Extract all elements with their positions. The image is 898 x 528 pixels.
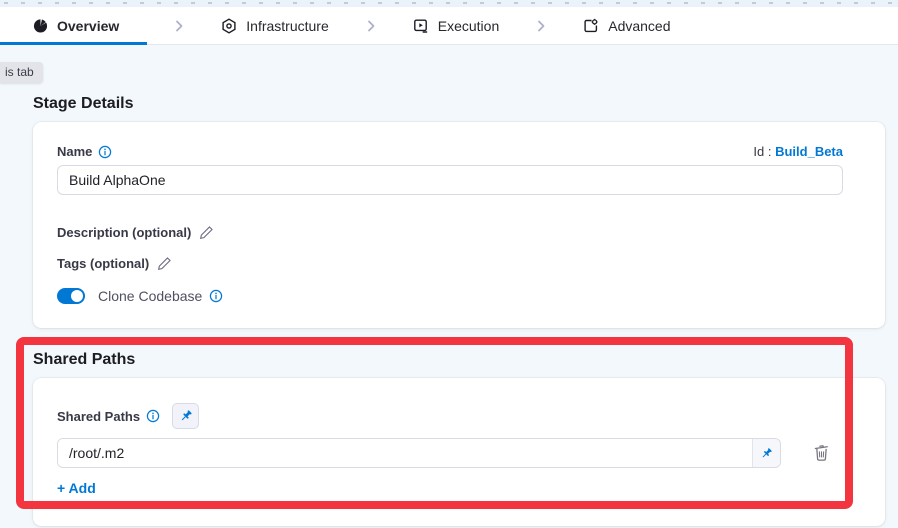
- pencil-icon[interactable]: [199, 225, 214, 240]
- stage-name-input[interactable]: [57, 165, 843, 195]
- pin-field-button[interactable]: [752, 439, 780, 467]
- pushpin-icon: [179, 409, 193, 423]
- tags-row: Tags (optional): [57, 256, 861, 271]
- info-icon[interactable]: [146, 409, 160, 423]
- overview-icon: [33, 18, 48, 33]
- tags-label: Tags (optional): [57, 256, 149, 271]
- chevron-right-icon: [173, 20, 185, 32]
- execution-icon: [413, 18, 429, 34]
- advanced-icon: [583, 18, 599, 34]
- tab-overview-label: Overview: [57, 18, 119, 34]
- add-path-link[interactable]: + Add: [57, 480, 96, 496]
- shared-paths-label: Shared Paths: [57, 409, 140, 424]
- pin-all-button[interactable]: [172, 403, 199, 429]
- infrastructure-icon: [221, 18, 237, 34]
- name-label-row: Name: [57, 144, 112, 159]
- tab-infrastructure-label: Infrastructure: [246, 18, 328, 34]
- tab-advanced-label: Advanced: [608, 18, 670, 34]
- tab-execution-label: Execution: [438, 18, 499, 34]
- chevron-right-icon: [365, 20, 377, 32]
- shared-paths-heading: Shared Paths: [33, 351, 898, 369]
- chevron-right-icon: [535, 20, 547, 32]
- info-icon[interactable]: [209, 289, 223, 303]
- stage-details-card: Name Id : Build_Beta Description (option…: [33, 122, 885, 328]
- delete-path-button[interactable]: [811, 442, 832, 464]
- tab-execution[interactable]: Execution: [403, 7, 509, 44]
- clone-codebase-label-row: Clone Codebase: [98, 288, 223, 304]
- tab-advanced[interactable]: Advanced: [573, 7, 680, 44]
- stage-tabbar: Overview Infrastructure Execution: [0, 7, 898, 45]
- stage-id-value-link[interactable]: Build_Beta: [775, 144, 843, 159]
- shared-paths-card: Shared Paths: [33, 378, 885, 526]
- stage-details-heading: Stage Details: [33, 95, 898, 113]
- toggle-knob: [71, 290, 83, 302]
- shared-path-row: [57, 438, 861, 468]
- shared-path-input[interactable]: [58, 439, 752, 467]
- shared-paths-label-row: Shared Paths: [57, 409, 160, 424]
- stage-id: Id : Build_Beta: [753, 144, 843, 159]
- info-icon[interactable]: [98, 145, 112, 159]
- clone-codebase-row: Clone Codebase: [57, 288, 861, 304]
- pushpin-icon: [760, 447, 773, 460]
- name-label: Name: [57, 144, 92, 159]
- tooltip-fragment: is tab: [0, 62, 43, 83]
- tab-infrastructure[interactable]: Infrastructure: [211, 7, 338, 44]
- pencil-icon[interactable]: [157, 256, 172, 271]
- shared-path-input-group: [57, 438, 781, 468]
- pipeline-canvas-strip: [0, 0, 898, 7]
- description-row: Description (optional): [57, 225, 861, 240]
- stage-id-label: Id :: [753, 144, 771, 159]
- trash-icon: [813, 444, 830, 462]
- stage-config-screen: Overview Infrastructure Execution: [0, 0, 898, 528]
- description-label: Description (optional): [57, 225, 191, 240]
- tab-overview[interactable]: Overview: [0, 7, 147, 44]
- clone-codebase-label: Clone Codebase: [98, 288, 202, 304]
- clone-codebase-toggle[interactable]: [57, 288, 85, 304]
